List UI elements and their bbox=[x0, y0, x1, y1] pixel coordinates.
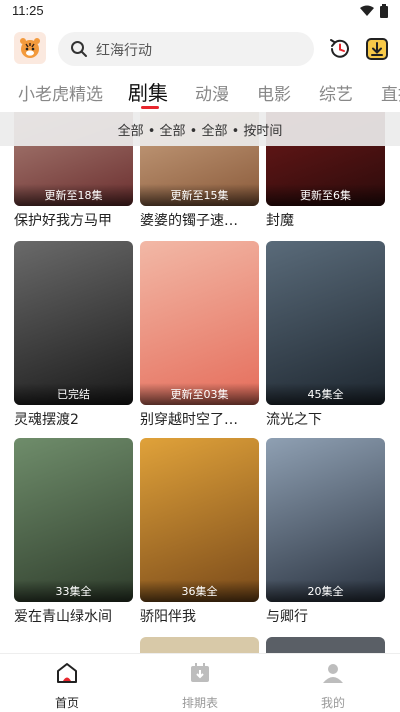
tab-movies[interactable]: 电影 bbox=[257, 80, 291, 105]
poster-image[interactable]: 更新至03集 bbox=[140, 241, 259, 405]
download-icon bbox=[366, 38, 388, 60]
app-logo[interactable] bbox=[14, 32, 46, 64]
episode-badge: 更新至15集 bbox=[140, 184, 259, 206]
episode-badge: 更新至6集 bbox=[266, 184, 385, 206]
top-bar: 红海行动 bbox=[0, 24, 400, 74]
nav-profile[interactable]: 我的 bbox=[293, 660, 373, 711]
drama-title[interactable]: 灵魂摆渡2 bbox=[14, 409, 133, 429]
episode-badge: 20集全 bbox=[266, 580, 385, 602]
drama-card[interactable]: 已完结 灵魂摆渡2 bbox=[14, 241, 133, 429]
search-input[interactable]: 红海行动 bbox=[58, 32, 314, 66]
nav-profile-label: 我的 bbox=[320, 696, 345, 710]
drama-title[interactable]: 保护好我方马甲 bbox=[14, 210, 133, 230]
drama-card[interactable]: 33集全 爱在青山绿水间 bbox=[14, 438, 133, 626]
history-button[interactable] bbox=[327, 36, 353, 62]
nav-home[interactable]: 首页 bbox=[27, 660, 107, 711]
poster-image[interactable]: 33集全 bbox=[14, 438, 133, 602]
drama-card[interactable]: 20集全 与卿行 bbox=[266, 438, 385, 626]
nav-schedule[interactable]: 排期表 bbox=[160, 660, 240, 711]
drama-card[interactable]: 36集全 骄阳伴我 bbox=[140, 438, 259, 626]
drama-card[interactable]: 更新至03集 别穿越时空了… bbox=[140, 241, 259, 429]
drama-title[interactable]: 流光之下 bbox=[266, 409, 385, 429]
poster-image[interactable]: 20集全 bbox=[266, 438, 385, 602]
filter-summary[interactable]: 全部 • 全部 • 全部 • 按时间 bbox=[118, 120, 283, 139]
episode-badge: 33集全 bbox=[14, 580, 133, 602]
history-icon bbox=[330, 39, 349, 58]
filter-bar[interactable]: 全部 • 全部 • 全部 • 按时间 bbox=[0, 112, 400, 146]
user-icon bbox=[323, 664, 343, 683]
tab-anime[interactable]: 动漫 bbox=[195, 80, 229, 105]
home-icon bbox=[57, 663, 77, 683]
poster-image[interactable]: 已完结 bbox=[14, 241, 133, 405]
active-tab-indicator bbox=[141, 106, 159, 109]
drama-title[interactable]: 封魔 bbox=[266, 210, 385, 230]
episode-badge: 已完结 bbox=[14, 383, 133, 405]
search-placeholder: 红海行动 bbox=[96, 43, 152, 59]
episode-badge: 更新至03集 bbox=[140, 383, 259, 405]
drama-card[interactable]: 45集全 流光之下 bbox=[266, 241, 385, 429]
episode-badge: 45集全 bbox=[266, 383, 385, 405]
drama-title[interactable]: 与卿行 bbox=[266, 606, 385, 626]
tab-variety[interactable]: 综艺 bbox=[319, 80, 353, 105]
episode-badge: 更新至18集 bbox=[14, 184, 133, 206]
poster-image[interactable]: 45集全 bbox=[266, 241, 385, 405]
search-icon bbox=[71, 41, 87, 57]
tab-featured[interactable]: 小老虎精选 bbox=[18, 80, 103, 105]
bottom-nav: 首页 排期表 我的 bbox=[0, 653, 400, 712]
episode-badge: 36集全 bbox=[140, 580, 259, 602]
drama-title[interactable]: 婆婆的镯子速… bbox=[140, 210, 259, 230]
poster-image[interactable]: 36集全 bbox=[140, 438, 259, 602]
category-tabs: 小老虎精选 剧集 动漫 电影 综艺 直播 bbox=[0, 74, 400, 112]
nav-schedule-label: 排期表 bbox=[181, 696, 218, 710]
download-button[interactable] bbox=[364, 36, 390, 62]
calendar-icon bbox=[191, 663, 209, 682]
drama-title[interactable]: 别穿越时空了… bbox=[140, 409, 259, 429]
tiger-logo-icon bbox=[20, 38, 40, 58]
tab-live[interactable]: 直播 bbox=[381, 80, 400, 105]
drama-title[interactable]: 骄阳伴我 bbox=[140, 606, 259, 626]
nav-home-label: 首页 bbox=[54, 696, 79, 710]
tab-series[interactable]: 剧集 bbox=[128, 77, 168, 106]
drama-title[interactable]: 爱在青山绿水间 bbox=[14, 606, 133, 626]
